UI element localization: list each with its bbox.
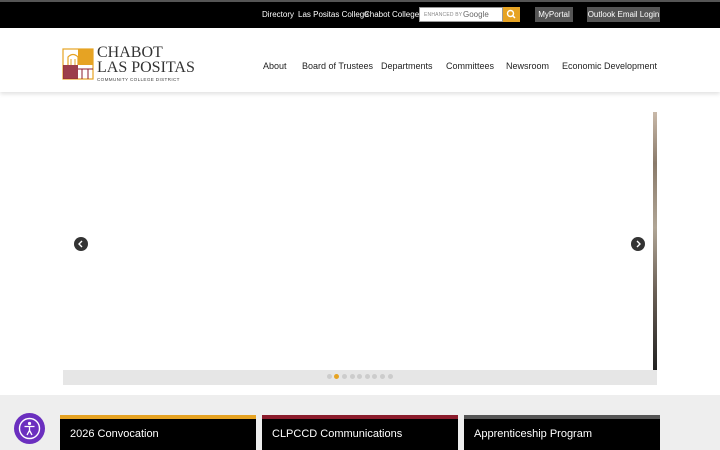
logo-line-district: COMMUNITY COLLEGE DISTRICT [97,77,180,82]
slider-dot[interactable] [372,374,377,379]
search-input[interactable]: ENHANCED BY Google [419,7,503,22]
district-logo-mark[interactable] [62,47,94,83]
search-google-label: Google [463,10,489,19]
slider-dot[interactable] [380,374,385,379]
nav-board-of-trustees[interactable]: Board of Trustees [302,61,373,71]
search-icon [506,9,516,19]
card-apprenticeship[interactable]: Apprenticeship Program [464,415,660,450]
slider-dot[interactable] [350,374,355,379]
card-title: Apprenticeship Program [474,428,593,440]
chevron-right-icon [636,240,641,248]
outlook-email-login-button[interactable]: Outlook Email Login [587,7,660,22]
card-accent-bar [464,415,660,419]
card-accent-bar [262,415,458,419]
slider-dot[interactable] [342,374,347,379]
slider-dot[interactable] [327,374,332,379]
hero-slider[interactable] [63,112,657,370]
search-button[interactable] [503,7,520,22]
slider-prev-button[interactable] [74,237,88,251]
nav-newsroom[interactable]: Newsroom [506,61,549,71]
nav-about[interactable]: About [263,61,287,71]
card-communications[interactable]: CLPCCD Communications [262,415,458,450]
directory-link[interactable]: Directory [262,10,294,19]
card-convocation[interactable]: 2026 Convocation [60,415,256,450]
chabot-college-link[interactable]: Chabot College [364,10,419,19]
search-enhanced-label: ENHANCED BY [424,12,463,18]
accessibility-button[interactable] [14,413,45,444]
accessibility-icon [18,417,41,440]
slider-dot[interactable] [388,374,393,379]
slider-dot[interactable] [357,374,362,379]
card-title: 2026 Convocation [70,428,159,440]
next-slide-peek [653,112,657,370]
myportal-button[interactable]: MyPortal [535,7,573,22]
slider-next-button[interactable] [631,237,645,251]
nav-departments[interactable]: Departments [381,61,433,71]
card-accent-bar [60,415,256,419]
slider-dot-active[interactable] [334,374,339,379]
slider-dot[interactable] [365,374,370,379]
logo-line-las-positas: LAS POSITAS [97,59,195,76]
chevron-left-icon [78,240,83,248]
las-positas-college-link[interactable]: Las Positas College [298,10,369,19]
card-title: CLPCCD Communications [272,428,403,440]
nav-committees[interactable]: Committees [446,61,494,71]
nav-economic-development[interactable]: Economic Development [562,61,657,71]
